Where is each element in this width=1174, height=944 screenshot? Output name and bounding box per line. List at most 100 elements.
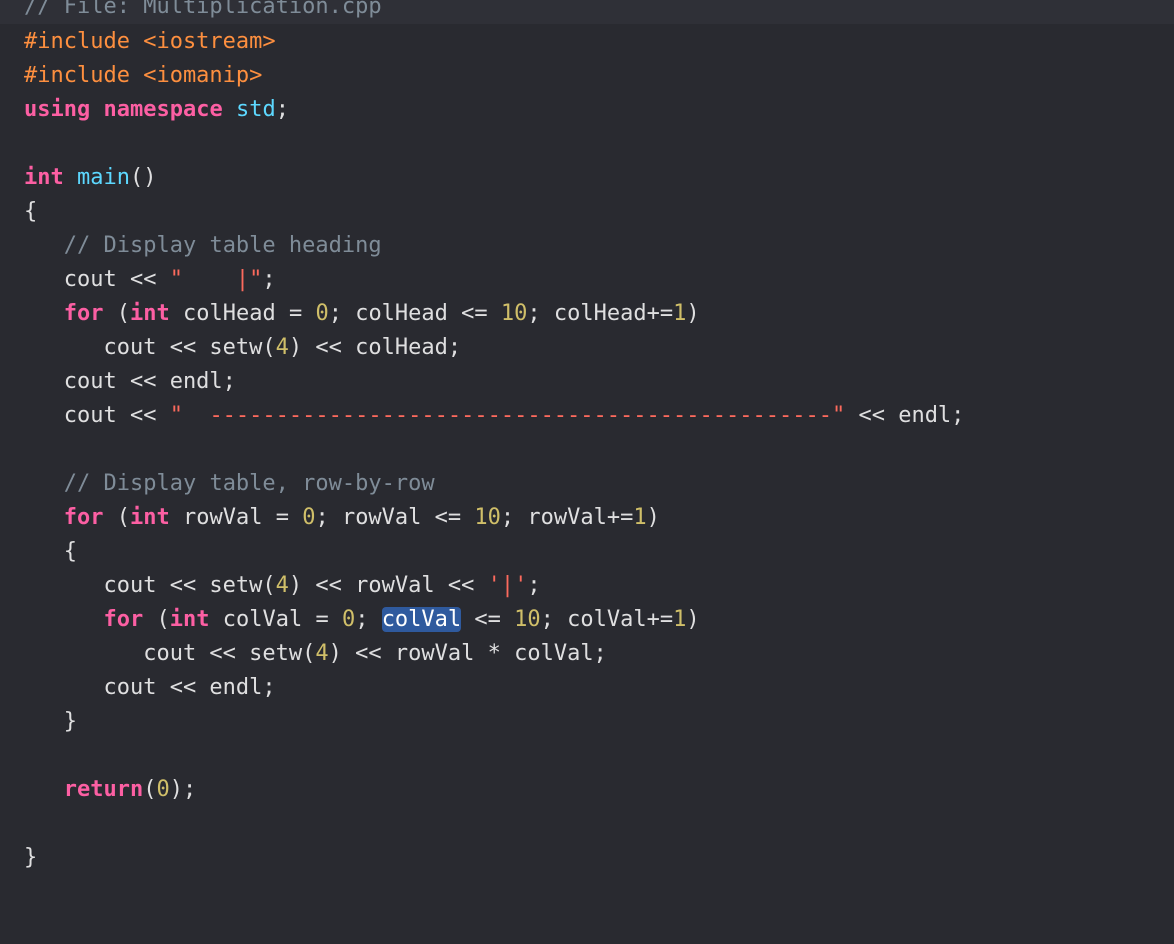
code-token: } [24,845,38,870]
code-token: 4 [275,335,289,360]
code-token: rowVal = [169,505,303,530]
code-token: cout << setw( [24,573,276,598]
code-token: ( [143,607,170,632]
code-line[interactable]: #include <iomanip> [24,59,964,93]
code-token: 4 [315,641,329,666]
code-line[interactable]: { [24,535,964,569]
file-header-comment: // File: Multiplication.cpp [24,0,382,19]
code-token: cout << setw( [24,641,316,666]
code-token: <= [461,607,515,632]
code-area[interactable]: #include <iostream> #include <iomanip> usi… [24,25,964,875]
code-line[interactable]: } [24,705,964,739]
code-line[interactable]: int main() [24,161,964,195]
code-token: ) << rowVal << [288,573,488,598]
code-token: 1 [673,607,687,632]
code-token: ( [103,301,130,326]
code-token: #include <iomanip> [24,63,263,88]
code-token: int [169,607,210,632]
code-token: int [130,301,170,326]
code-line[interactable]: cout << endl; [24,671,964,705]
code-line[interactable]: cout << setw(4) << colHead; [24,331,964,365]
code-editor[interactable]: // File: Multiplication.cpp #include <io… [0,0,1174,944]
code-token: int [24,165,64,190]
code-line[interactable]: #include <iostream> [24,25,964,59]
code-token: // Display table heading [63,233,382,258]
code-line[interactable]: } [24,841,964,875]
code-line[interactable]: { [24,195,964,229]
code-token: main [77,165,130,190]
code-token: ) << rowVal * colVal; [328,641,607,666]
code-token: ; colVal+= [540,607,674,632]
code-line[interactable]: for (int colVal = 0; colVal <= 10; colVa… [24,603,964,637]
code-token: 1 [633,505,647,530]
code-token: ) [686,607,700,632]
code-token: ; rowVal+= [500,505,634,530]
code-token: colVal = [209,607,342,632]
code-token: ; rowVal <= [315,505,475,530]
code-line[interactable] [24,807,964,841]
code-token: { [24,199,38,224]
code-line[interactable]: return(0); [24,773,964,807]
code-line[interactable]: cout << " |"; [24,263,964,297]
code-line[interactable]: // Display table heading [24,229,964,263]
code-token: 1 [673,301,687,326]
code-token: #include <iostream> [24,29,276,54]
code-token: ; [275,97,289,122]
code-token: cout << setw( [24,335,276,360]
code-line[interactable]: cout << setw(4) << rowVal * colVal; [24,637,964,671]
code-token: 0 [341,607,356,632]
code-token: 4 [275,573,289,598]
code-token: for [63,301,104,326]
code-token: ; [355,607,382,632]
code-token: 0 [156,777,170,802]
selected-token: colVal [381,607,462,632]
code-token: 10 [500,301,528,326]
code-token: for [63,505,104,530]
code-line[interactable]: cout << " ------------------------------… [24,399,965,433]
code-token: ) [686,301,700,326]
code-token: " |" [169,267,263,292]
code-token: cout << endl; [24,369,236,394]
code-token: for [103,607,144,632]
code-line[interactable] [24,739,964,773]
code-token: ( [143,777,157,802]
code-token: ; colHead <= [328,301,501,326]
code-line[interactable]: // Display table, row-by-row [24,467,964,501]
code-token: int [130,505,170,530]
code-token: // Display table, row-by-row [63,471,435,496]
code-token: std [235,97,276,122]
code-line[interactable]: for (int rowVal = 0; rowVal <= 10; rowVa… [24,501,964,535]
code-token: 0 [302,505,316,530]
code-token: cout << [24,267,170,292]
code-line[interactable]: for (int colHead = 0; colHead <= 10; col… [24,297,964,331]
code-token: using [24,97,91,122]
code-token: 10 [474,505,501,530]
code-token: { [24,539,77,564]
code-line[interactable]: cout << endl; [24,365,964,399]
code-token: ) << colHead; [288,335,462,360]
code-token: ( [103,505,130,530]
file-header-bar: // File: Multiplication.cpp [0,0,1174,24]
code-line[interactable]: cout << setw(4) << rowVal << '|'; [24,569,964,603]
code-token: " --------------------------------------… [169,403,846,428]
code-line[interactable]: using namespace std; [24,93,964,127]
code-token: namespace [103,97,223,122]
code-token: colHead = [169,301,316,326]
code-token: ); [169,777,197,802]
code-token: } [24,709,77,734]
code-token: () [129,165,157,190]
code-token: 10 [514,607,541,632]
code-token: ) [646,505,660,530]
code-token: cout << endl; [24,675,276,700]
code-line[interactable] [24,127,964,161]
code-line[interactable] [24,433,964,467]
